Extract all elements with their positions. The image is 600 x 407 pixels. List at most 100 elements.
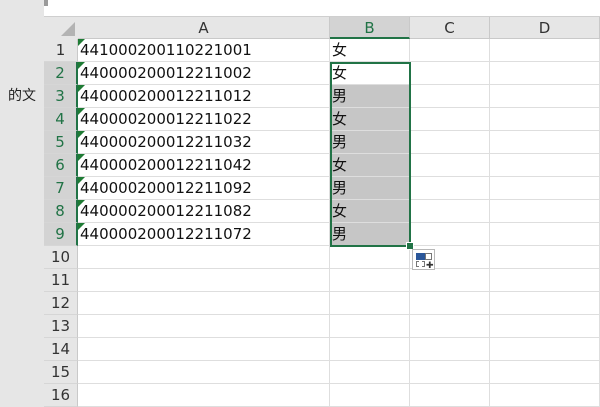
cell-d16[interactable] (490, 384, 600, 407)
cell-a3[interactable]: 440000200012211012 (78, 85, 330, 108)
row-header-10[interactable]: 10 (44, 246, 78, 269)
cell-a13[interactable] (78, 315, 330, 338)
cell-d15[interactable] (490, 361, 600, 384)
cell-c16[interactable] (410, 384, 490, 407)
cell-b6[interactable]: 女 (330, 154, 410, 177)
cell-b4[interactable]: 女 (330, 108, 410, 131)
cell-d2[interactable] (490, 62, 600, 85)
cell-c14[interactable] (410, 338, 490, 361)
cell-b13[interactable] (330, 315, 410, 338)
number-as-text-warning-icon (78, 108, 85, 115)
column-header-a[interactable]: A (78, 17, 330, 39)
cell-d11[interactable] (490, 269, 600, 292)
cell-b12[interactable] (330, 292, 410, 315)
column-header-c[interactable]: C (410, 17, 490, 39)
cell-c5[interactable] (410, 131, 490, 154)
row-header-4[interactable]: 4 (44, 108, 78, 131)
cell-c8[interactable] (410, 200, 490, 223)
cell-d9[interactable] (490, 223, 600, 246)
cell-d6[interactable] (490, 154, 600, 177)
cell-d7[interactable] (490, 177, 600, 200)
row-header-12[interactable]: 12 (44, 292, 78, 315)
cell-d1[interactable] (490, 39, 600, 62)
quick-analysis-button[interactable]: ✚ (412, 249, 435, 271)
cell-d3[interactable] (490, 85, 600, 108)
cell-d14[interactable] (490, 338, 600, 361)
row-header-9[interactable]: 9 (44, 223, 78, 246)
cell-d8[interactable] (490, 200, 600, 223)
cell-d10[interactable] (490, 246, 600, 269)
cell-b5[interactable]: 男 (330, 131, 410, 154)
cell-c1[interactable] (410, 39, 490, 62)
cell-value: 男 (332, 225, 348, 243)
row-header-16[interactable]: 16 (44, 384, 78, 407)
row-header-13[interactable]: 13 (44, 315, 78, 338)
number-as-text-warning-icon (78, 85, 85, 92)
spreadsheet-grid[interactable]: A B C D 1 441000200110221001 女 2 440000200012211… (44, 17, 600, 407)
column-header-b[interactable]: B (330, 17, 410, 39)
row-header-14[interactable]: 14 (44, 338, 78, 361)
row-header-8[interactable]: 8 (44, 200, 78, 223)
cell-value: 女 (332, 64, 348, 82)
cell-value: 440000200012211042 (80, 156, 252, 174)
row-header-2[interactable]: 2 (44, 62, 78, 85)
row-header-15[interactable]: 15 (44, 361, 78, 384)
row-header-11[interactable]: 11 (44, 269, 78, 292)
cell-a7[interactable]: 440000200012211092 (78, 177, 330, 200)
row-header-6[interactable]: 6 (44, 154, 78, 177)
cell-b8[interactable]: 女 (330, 200, 410, 223)
cell-b11[interactable] (330, 269, 410, 292)
cell-d13[interactable] (490, 315, 600, 338)
cell-a1[interactable]: 441000200110221001 (78, 39, 330, 62)
cell-a12[interactable] (78, 292, 330, 315)
cell-a8[interactable]: 440000200012211082 (78, 200, 330, 223)
cell-value: 女 (332, 110, 348, 128)
cell-c15[interactable] (410, 361, 490, 384)
cell-c6[interactable] (410, 154, 490, 177)
cell-a14[interactable] (78, 338, 330, 361)
cell-c9[interactable] (410, 223, 490, 246)
cell-d4[interactable] (490, 108, 600, 131)
row-header-1[interactable]: 1 (44, 39, 78, 62)
column-header-d[interactable]: D (490, 17, 600, 39)
cell-d12[interactable] (490, 292, 600, 315)
cell-a4[interactable]: 440000200012211022 (78, 108, 330, 131)
quick-analysis-range-icon (416, 261, 425, 267)
cell-c13[interactable] (410, 315, 490, 338)
cell-b2[interactable]: 女 (330, 62, 410, 85)
cell-a5[interactable]: 440000200012211032 (78, 131, 330, 154)
cell-value: 440000200012211082 (80, 202, 252, 220)
cell-c12[interactable] (410, 292, 490, 315)
row-header-5[interactable]: 5 (44, 131, 78, 154)
formula-bar-divider (44, 0, 48, 6)
cell-c4[interactable] (410, 108, 490, 131)
number-as-text-warning-icon (78, 131, 85, 138)
cell-a11[interactable] (78, 269, 330, 292)
row-header-7[interactable]: 7 (44, 177, 78, 200)
cell-b3[interactable]: 男 (330, 85, 410, 108)
cell-a2[interactable]: 440000200012211002 (78, 62, 330, 85)
row-header-3[interactable]: 3 (44, 85, 78, 108)
cell-c3[interactable] (410, 85, 490, 108)
cell-a15[interactable] (78, 361, 330, 384)
cell-c7[interactable] (410, 177, 490, 200)
cell-b7[interactable]: 男 (330, 177, 410, 200)
cell-a6[interactable]: 440000200012211042 (78, 154, 330, 177)
cell-b14[interactable] (330, 338, 410, 361)
cell-b10[interactable] (330, 246, 410, 269)
quick-analysis-icon (416, 253, 425, 260)
cell-a10[interactable] (78, 246, 330, 269)
cell-value: 男 (332, 87, 348, 105)
cell-a16[interactable] (78, 384, 330, 407)
cell-c2[interactable] (410, 62, 490, 85)
cell-a9[interactable]: 440000200012211072 (78, 223, 330, 246)
cell-b15[interactable] (330, 361, 410, 384)
cell-c11[interactable] (410, 269, 490, 292)
cell-value: 男 (332, 133, 348, 151)
cell-b9[interactable]: 男 (330, 223, 410, 246)
cell-b1[interactable]: 女 (330, 39, 410, 62)
cell-value: 440000200012211092 (80, 179, 252, 197)
cell-b16[interactable] (330, 384, 410, 407)
cell-d5[interactable] (490, 131, 600, 154)
select-all-corner[interactable] (44, 17, 79, 40)
